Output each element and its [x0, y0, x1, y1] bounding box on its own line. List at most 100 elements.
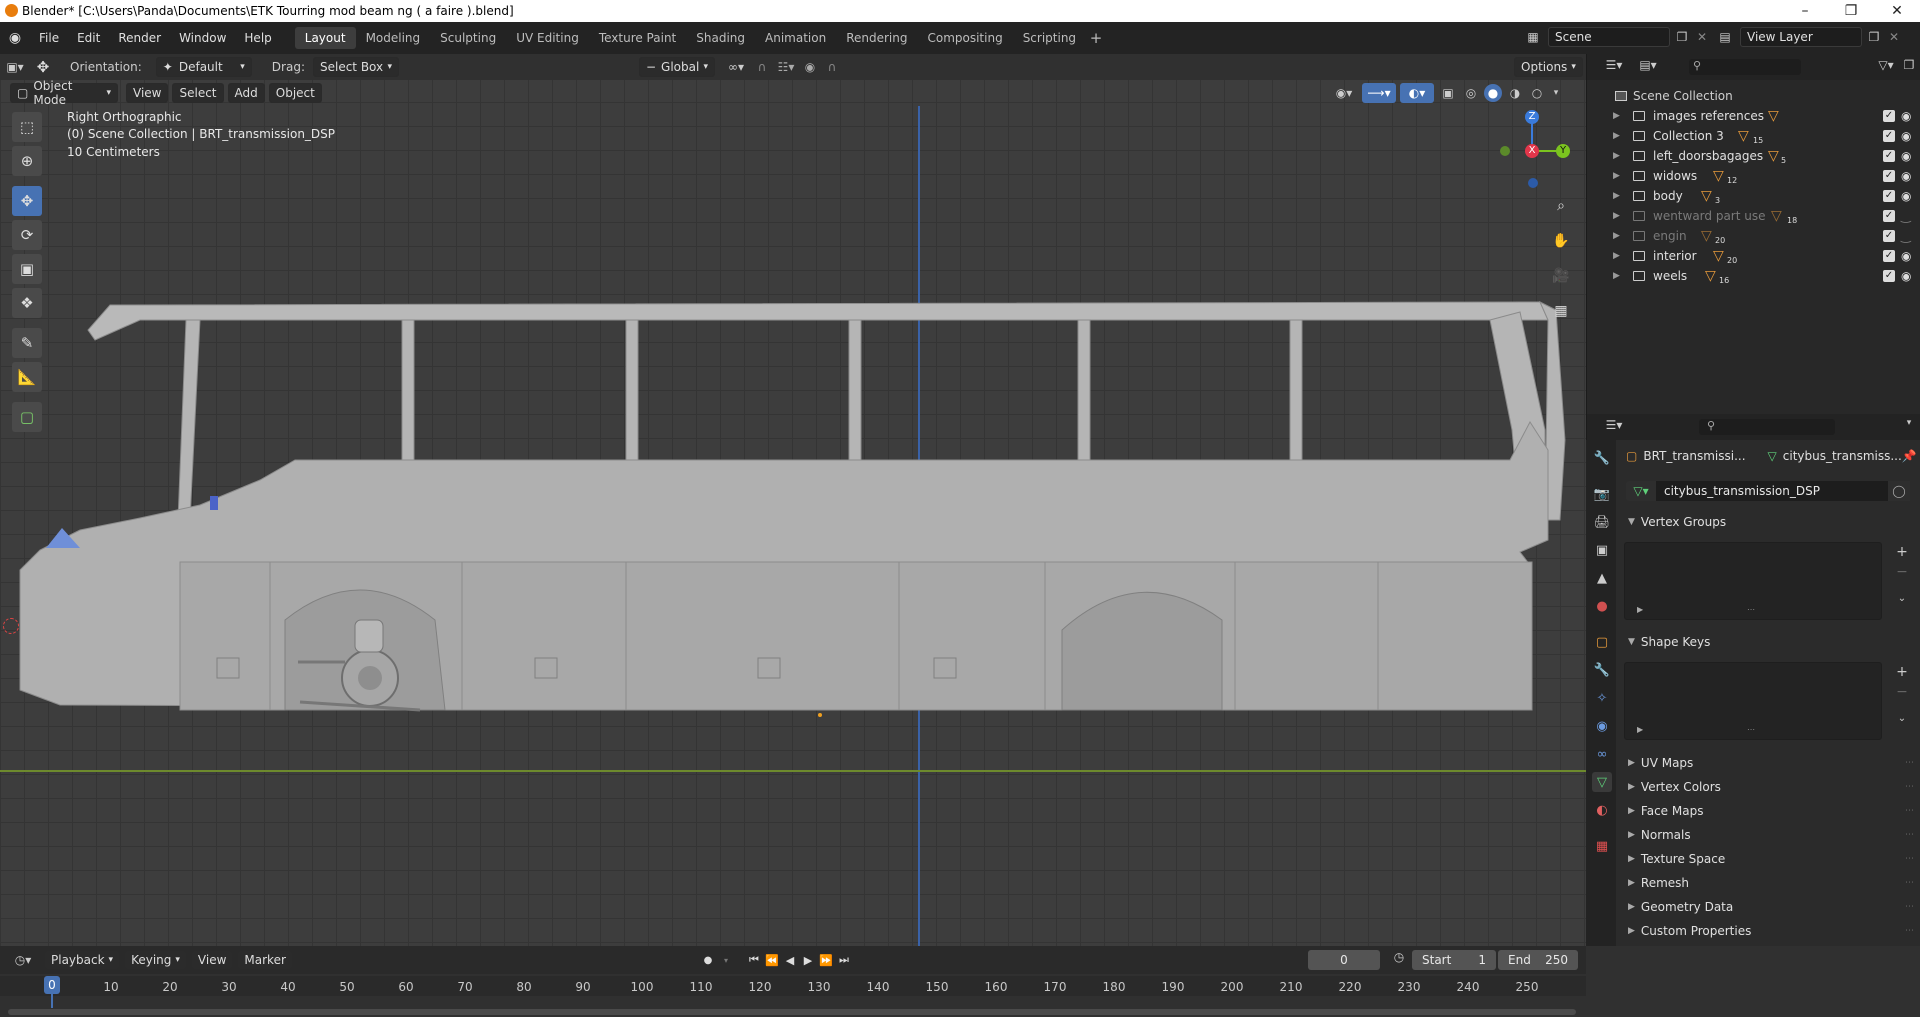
remove-vertex-group-button[interactable]: −: [1892, 563, 1912, 581]
eye-closed-icon[interactable]: ‿: [1901, 209, 1911, 223]
expand-arrow-icon[interactable]: ▶: [1613, 151, 1620, 161]
restore-button[interactable]: ❐: [1828, 0, 1874, 22]
expand-icon[interactable]: ▶: [1637, 725, 1643, 734]
vertex-group-specials-button[interactable]: ⌄: [1892, 589, 1912, 607]
outliner-row[interactable]: ▶ weels ▽ 16 ✓ ◉: [1587, 266, 1920, 286]
view-layer-tab-icon[interactable]: ▣: [1592, 540, 1612, 560]
pin-icon[interactable]: 📌: [1902, 449, 1917, 463]
tab-texture-paint[interactable]: Texture Paint: [589, 27, 686, 49]
drag-grip-icon[interactable]: ⋯: [1905, 926, 1914, 936]
exclude-checkbox[interactable]: ✓: [1883, 230, 1895, 242]
falloff-icon[interactable]: ∩: [821, 60, 843, 74]
wireframe-shading-icon[interactable]: ◎: [1462, 86, 1480, 100]
outliner-row[interactable]: ▶ engin ▽ 20 ✓ ‿: [1587, 226, 1920, 246]
outliner-editor-type-icon[interactable]: ☰▾: [1599, 58, 1629, 72]
viewport-menu-select[interactable]: Select: [172, 83, 224, 103]
xray-toggle-icon[interactable]: ▣: [1438, 86, 1458, 100]
collection-name[interactable]: left_doorsbagages: [1653, 149, 1763, 163]
outliner-row[interactable]: ▶ interior ▽ 20 ✓ ◉: [1587, 246, 1920, 266]
timeline-menu-keying[interactable]: Keying ▾: [124, 950, 187, 970]
exclude-checkbox[interactable]: ✓: [1883, 170, 1895, 182]
perspective-grid-icon[interactable]: ▦: [1548, 298, 1574, 324]
exclude-checkbox[interactable]: ✓: [1883, 130, 1895, 142]
next-keyframe-icon[interactable]: ⏩: [818, 952, 834, 968]
viewport-menu-object[interactable]: Object: [268, 83, 322, 103]
camera-view-icon[interactable]: 🎥: [1548, 263, 1574, 289]
drag-grip-icon[interactable]: ⋯: [1905, 902, 1914, 912]
add-workspace-icon[interactable]: +: [1086, 29, 1106, 47]
new-scene-icon[interactable]: ❐: [1674, 30, 1690, 44]
expand-arrow-icon[interactable]: ▶: [1613, 111, 1620, 121]
gizmo-neg-y[interactable]: [1500, 146, 1510, 156]
pan-hand-icon[interactable]: ✋: [1548, 228, 1574, 254]
drag-grip-icon[interactable]: ⋯: [1905, 758, 1914, 768]
outliner-row[interactable]: ▶ widows ▽ 12 ✓ ◉: [1587, 166, 1920, 186]
panel-collapsed[interactable]: ▶ Custom Properties ⋯: [1620, 920, 1920, 942]
object-mode-dropdown[interactable]: ▢ Object Mode ▾: [10, 79, 118, 107]
panel-collapsed[interactable]: ▶ Vertex Colors ⋯: [1620, 776, 1920, 798]
constraints-tab-icon[interactable]: ∞: [1592, 744, 1612, 764]
timeline-editor-type-icon[interactable]: ◷▾: [8, 953, 38, 967]
tab-modeling[interactable]: Modeling: [356, 27, 431, 49]
eye-icon[interactable]: ◉: [1901, 149, 1911, 163]
current-frame-field[interactable]: 0: [1308, 950, 1380, 970]
remove-view-layer-icon[interactable]: ✕: [1886, 30, 1902, 44]
minimize-button[interactable]: –: [1782, 0, 1828, 22]
resize-grip-icon[interactable]: ⋯: [1747, 725, 1755, 734]
expand-arrow-icon[interactable]: ▶: [1613, 231, 1620, 241]
overlays-toggle-icon[interactable]: ◐▾: [1400, 83, 1434, 103]
mesh-data-tab-icon[interactable]: ▽: [1592, 772, 1612, 792]
collection-name[interactable]: body: [1653, 189, 1683, 203]
shape-keys-list[interactable]: ▶ ⋯: [1624, 662, 1882, 740]
viewport-menu-view[interactable]: View: [126, 83, 169, 103]
display-mode-icon[interactable]: ▤▾: [1633, 58, 1663, 72]
pivot-point-icon[interactable]: ∞▾: [721, 60, 751, 74]
eye-icon[interactable]: ◉: [1901, 169, 1911, 183]
shading-options-icon[interactable]: ▾: [1550, 88, 1562, 98]
exclude-checkbox[interactable]: ✓: [1883, 250, 1895, 262]
menu-edit[interactable]: Edit: [68, 31, 109, 45]
navigation-gizmo[interactable]: Z Y X: [1490, 108, 1574, 192]
view-layer-selector[interactable]: View Layer: [1740, 27, 1862, 47]
expand-icon[interactable]: ▶: [1637, 605, 1643, 614]
expand-arrow-icon[interactable]: ▶: [1613, 251, 1620, 261]
object-tab-icon[interactable]: ▢: [1592, 632, 1612, 652]
gizmo-x-axis[interactable]: X: [1525, 144, 1539, 158]
panel-collapsed[interactable]: ▶ Texture Space ⋯: [1620, 848, 1920, 870]
menu-window[interactable]: Window: [170, 31, 235, 45]
tab-animation[interactable]: Animation: [755, 27, 836, 49]
gizmo-z-axis[interactable]: Z: [1525, 110, 1539, 124]
gizmo-neg-z[interactable]: [1528, 178, 1538, 188]
collection-name[interactable]: weels: [1653, 269, 1687, 283]
bus-model[interactable]: [0, 290, 1586, 730]
modifiers-tab-icon[interactable]: 🔧: [1592, 660, 1612, 680]
outliner-row[interactable]: ▶ Collection 3 ▽ 15 ✓ ◉: [1587, 126, 1920, 146]
gizmo-toggle-icon[interactable]: ⟶▾: [1362, 83, 1396, 103]
scene-selector[interactable]: Scene: [1548, 27, 1670, 47]
drag-grip-icon[interactable]: ⋯: [1905, 782, 1914, 792]
panel-vertex-groups[interactable]: ▼ Vertex Groups: [1620, 511, 1920, 533]
prev-keyframe-icon[interactable]: ⏪: [764, 952, 780, 968]
gizmo-y-axis[interactable]: Y: [1556, 144, 1570, 158]
panel-collapsed[interactable]: ▶ Geometry Data ⋯: [1620, 896, 1920, 918]
collection-name[interactable]: Collection 3: [1653, 129, 1724, 143]
properties-editor-type-icon[interactable]: ☰▾: [1599, 418, 1629, 432]
collection-name[interactable]: images references: [1653, 109, 1764, 123]
resize-grip-icon[interactable]: ⋯: [1747, 605, 1755, 614]
jump-start-icon[interactable]: ⏮: [746, 952, 762, 968]
drag-grip-icon[interactable]: ⋯: [1905, 830, 1914, 840]
outliner-row[interactable]: ▶ wentward part use ▽ 18 ✓ ‿: [1587, 206, 1920, 226]
tab-scripting[interactable]: Scripting: [1013, 27, 1086, 49]
panel-collapsed[interactable]: ▶ UV Maps ⋯: [1620, 752, 1920, 774]
add-shape-key-button[interactable]: +: [1892, 663, 1912, 681]
mesh-browse-icon[interactable]: ▽▾: [1626, 481, 1656, 501]
select-box-tool-icon[interactable]: ⬚: [12, 112, 42, 142]
properties-options-icon[interactable]: ▾: [1901, 418, 1917, 428]
exclude-checkbox[interactable]: ✓: [1883, 110, 1895, 122]
blender-menu-icon[interactable]: ◉: [0, 27, 30, 49]
end-frame-field[interactable]: End 250: [1498, 950, 1578, 970]
jump-end-icon[interactable]: ⏭: [836, 952, 852, 968]
drag-dropdown[interactable]: Select Box ▾: [312, 57, 399, 77]
viewport-menu-add[interactable]: Add: [227, 83, 265, 103]
preview-range-icon[interactable]: ◷: [1390, 950, 1408, 964]
